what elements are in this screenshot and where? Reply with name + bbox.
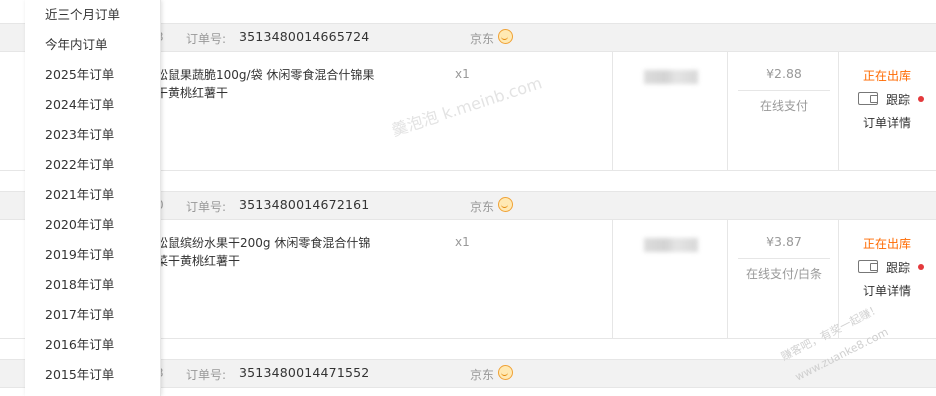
quantity: x1 bbox=[455, 235, 470, 249]
product-title-line1[interactable]: 松鼠缤纷水果干200g 休闲零食混合什锦 bbox=[156, 234, 406, 252]
product-title[interactable]: 松鼠缤纷水果干200g 休闲零食混合什锦 菜干黄桃红薯干 bbox=[156, 234, 406, 270]
dropdown-item-2018[interactable]: 2018年订单 bbox=[45, 275, 114, 295]
dropdown-item-2016[interactable]: 2016年订单 bbox=[45, 335, 114, 355]
notification-dot bbox=[918, 96, 924, 102]
order-number: 3513480014665724 bbox=[239, 29, 370, 44]
dropdown-item-2015[interactable]: 2015年订单 bbox=[45, 365, 114, 385]
order-number: 3513480014471552 bbox=[239, 365, 370, 380]
dropdown-item-2020[interactable]: 2020年订单 bbox=[45, 215, 114, 235]
shop-name[interactable]: 京东 bbox=[470, 198, 494, 215]
order-number-label: 订单号: bbox=[186, 368, 227, 382]
order-number-label: 订单号: bbox=[186, 32, 227, 46]
order-time-filter-dropdown: 近三个月订单 今年内订单 2025年订单 2024年订单 2023年订单 202… bbox=[25, 0, 161, 396]
product-title-line1[interactable]: 松鼠果蔬脆100g/袋 休闲零食混合什锦果 bbox=[156, 66, 406, 84]
price: ¥2.88 bbox=[766, 66, 802, 81]
order-detail-link[interactable]: 订单详情 bbox=[838, 282, 936, 299]
quantity: x1 bbox=[455, 67, 470, 81]
price: ¥3.87 bbox=[766, 234, 802, 249]
shop-name[interactable]: 京东 bbox=[470, 366, 494, 383]
order-number-label: 订单号: bbox=[186, 200, 227, 214]
dropdown-item-2024[interactable]: 2024年订单 bbox=[45, 95, 114, 115]
order-status: 正在出库 bbox=[862, 69, 911, 83]
product-title-line2[interactable]: 菜干黄桃红薯干 bbox=[156, 252, 406, 270]
dropdown-item-2025[interactable]: 2025年订单 bbox=[45, 65, 114, 85]
dropdown-item-2017[interactable]: 2017年订单 bbox=[45, 305, 114, 325]
order-detail-link[interactable]: 订单详情 bbox=[838, 114, 936, 131]
dropdown-item-2022[interactable]: 2022年订单 bbox=[45, 155, 114, 175]
smile-icon[interactable] bbox=[498, 197, 513, 212]
dropdown-item-2023[interactable]: 2023年订单 bbox=[45, 125, 114, 145]
dropdown-item-this-year[interactable]: 今年内订单 bbox=[45, 35, 108, 55]
consignee-blurred bbox=[644, 238, 698, 252]
smile-icon[interactable] bbox=[498, 29, 513, 44]
product-title[interactable]: 松鼠果蔬脆100g/袋 休闲零食混合什锦果 干黄桃红薯干 bbox=[156, 66, 406, 102]
smile-icon[interactable] bbox=[498, 365, 513, 380]
track-label[interactable]: 跟踪 bbox=[886, 91, 910, 108]
payment-method: 在线支付 bbox=[738, 90, 830, 114]
notification-dot bbox=[918, 264, 924, 270]
order-number: 3513480014672161 bbox=[239, 197, 370, 212]
order-status: 正在出库 bbox=[862, 237, 911, 251]
truck-icon[interactable] bbox=[858, 92, 878, 105]
dropdown-item-2021[interactable]: 2021年订单 bbox=[45, 185, 114, 205]
track-label[interactable]: 跟踪 bbox=[886, 259, 910, 276]
consignee-blurred bbox=[644, 70, 698, 84]
dropdown-item-recent-three-months[interactable]: 近三个月订单 bbox=[45, 5, 120, 25]
shop-name[interactable]: 京东 bbox=[470, 30, 494, 47]
payment-method: 在线支付/白条 bbox=[738, 258, 830, 282]
product-title-line2[interactable]: 干黄桃红薯干 bbox=[156, 84, 406, 102]
dropdown-item-2019[interactable]: 2019年订单 bbox=[45, 245, 114, 265]
truck-icon[interactable] bbox=[858, 260, 878, 273]
